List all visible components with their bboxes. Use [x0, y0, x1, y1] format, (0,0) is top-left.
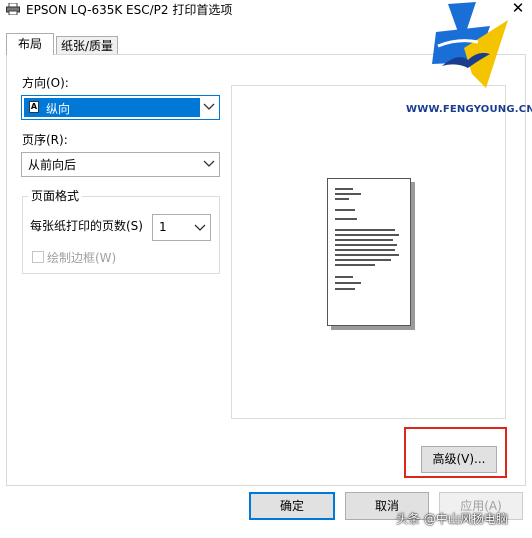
chevron-down-icon	[194, 224, 206, 231]
orientation-value: 纵向	[46, 102, 71, 116]
ok-button[interactable]: 确定	[249, 492, 335, 520]
page-order-label: 页序(R):	[22, 133, 68, 147]
fengyoung-logo-icon	[432, 2, 508, 88]
advanced-button[interactable]: 高级(V)...	[421, 446, 497, 473]
close-button[interactable]: ✕	[510, 0, 526, 17]
tab-paper-quality[interactable]: 纸张/质量	[56, 36, 118, 55]
page-format-group-title: 页面格式	[28, 187, 83, 204]
preview-page-thumbnail	[327, 178, 411, 326]
draw-borders-checkbox[interactable]	[32, 251, 44, 263]
pages-per-sheet-label: 每张纸打印的页数(S)	[30, 219, 143, 233]
orientation-select[interactable]: A 纵向	[21, 95, 220, 120]
pages-per-sheet-value: 1	[159, 220, 167, 234]
printer-icon	[6, 3, 20, 15]
page-order-select[interactable]: 从前向后	[21, 152, 220, 177]
site-url-watermark: WWW.FENGYOUNG.CN	[406, 104, 532, 115]
window-title: EPSON LQ-635K ESC/P2 打印首选项	[26, 3, 233, 17]
chevron-down-icon	[203, 103, 215, 110]
tab-layout[interactable]: 布局	[6, 33, 54, 55]
draw-borders-label: 绘制边框(W)	[47, 251, 117, 265]
orientation-label: 方向(O):	[22, 76, 69, 90]
page-order-value: 从前向后	[28, 158, 77, 172]
chevron-down-icon	[203, 160, 215, 167]
portrait-doc-icon: A	[29, 101, 39, 113]
toutiao-watermark: 头条 @中山风扬电脑	[396, 512, 508, 526]
pages-per-sheet-select[interactable]: 1	[152, 214, 211, 241]
